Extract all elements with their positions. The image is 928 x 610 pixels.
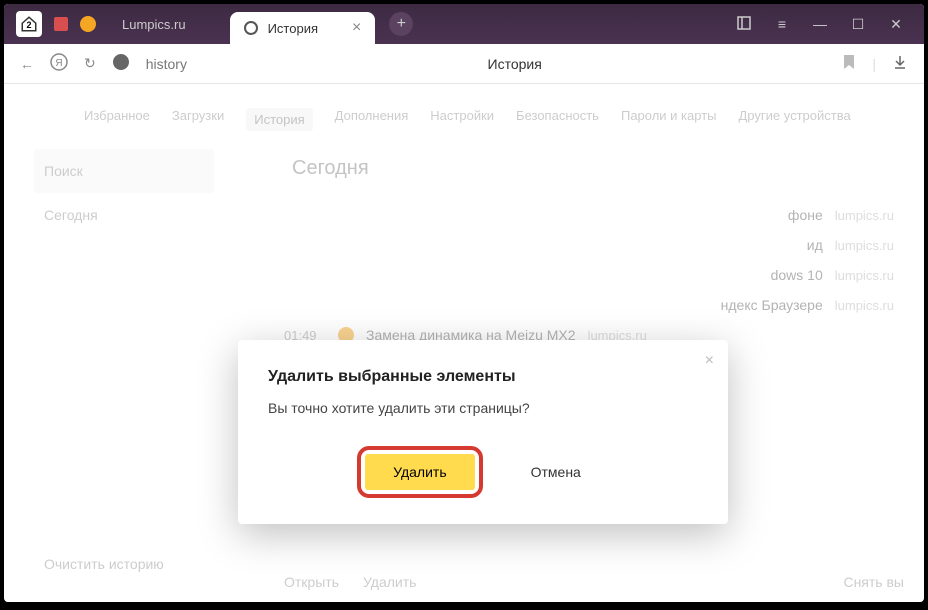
browser-window: 2 Lumpics.ru История × + ≡ — ☐ ✕ ← Я ↻ h… <box>4 4 924 602</box>
pinned-site-icon[interactable] <box>80 16 96 32</box>
open-button[interactable]: Открыть <box>284 574 339 590</box>
clock-icon <box>244 21 258 35</box>
sidebar-today[interactable]: Сегодня <box>34 193 214 237</box>
history-row[interactable]: dows 10 lumpics.ru <box>234 260 904 290</box>
modal-title: Удалить выбранные элементы <box>268 368 698 386</box>
menu-icon[interactable]: ≡ <box>772 16 792 32</box>
titlebar-left: 2 Lumpics.ru <box>4 11 200 37</box>
url-text[interactable]: history <box>146 56 187 72</box>
confirm-delete-button[interactable]: Удалить <box>365 454 474 490</box>
svg-text:Я: Я <box>55 58 62 69</box>
back-button[interactable]: ← <box>20 56 34 72</box>
row-domain: lumpics.ru <box>835 268 894 283</box>
nav-security[interactable]: Безопасность <box>516 108 599 131</box>
row-title: ндекс Браузере <box>721 297 823 313</box>
row-domain: lumpics.ru <box>835 298 894 313</box>
nav-other-devices[interactable]: Другие устройства <box>739 108 851 131</box>
history-sidebar: Поиск Сегодня <box>4 149 234 410</box>
history-row[interactable]: ид lumpics.ru <box>234 230 904 260</box>
tab-inactive-lumpics[interactable]: Lumpics.ru <box>108 17 200 32</box>
highlight-annotation: Удалить <box>357 446 482 498</box>
nav-settings[interactable]: Настройки <box>430 108 494 131</box>
tab-close-button[interactable]: × <box>352 19 361 37</box>
nav-passwords[interactable]: Пароли и карты <box>621 108 717 131</box>
tab-active-history[interactable]: История × <box>230 12 376 44</box>
deselect-button[interactable]: Снять вы <box>843 574 904 590</box>
shield-icon[interactable] <box>112 53 130 74</box>
bookmark-icon[interactable] <box>842 54 856 73</box>
history-row[interactable]: фоне lumpics.ru <box>234 200 904 230</box>
modal-buttons: Удалить Отмена <box>268 446 698 498</box>
maximize-button[interactable]: ☐ <box>848 16 868 33</box>
nav-addons[interactable]: Дополнения <box>335 108 409 131</box>
history-row[interactable]: ндекс Браузере lumpics.ru <box>234 290 904 320</box>
cancel-button[interactable]: Отмена <box>503 446 609 498</box>
download-icon[interactable] <box>892 54 908 73</box>
home-badge: 2 <box>26 20 31 30</box>
row-domain: lumpics.ru <box>835 208 894 223</box>
address-bar: ← Я ↻ history История | <box>4 44 924 84</box>
selection-footer: Открыть Удалить Снять вы <box>284 564 904 590</box>
row-title: ид <box>807 237 823 253</box>
minimize-button[interactable]: — <box>810 16 830 32</box>
content-area: Избранное Загрузки История Дополнения На… <box>4 84 924 602</box>
titlebar: 2 Lumpics.ru История × + ≡ — ☐ ✕ <box>4 4 924 44</box>
home-tab-button[interactable]: 2 <box>16 11 42 37</box>
confirm-delete-modal: × Удалить выбранные элементы Вы точно хо… <box>238 340 728 524</box>
sidebar-toggle-icon[interactable] <box>734 15 754 34</box>
clear-history-link[interactable]: Очистить историю <box>44 556 164 572</box>
reload-button[interactable]: ↻ <box>84 55 96 72</box>
new-tab-button[interactable]: + <box>389 12 413 36</box>
day-header: Сегодня <box>292 157 904 180</box>
delete-button[interactable]: Удалить <box>363 574 416 590</box>
yandex-icon[interactable]: Я <box>50 53 68 74</box>
window-controls: ≡ — ☐ ✕ <box>734 15 924 34</box>
tab-label: История <box>268 21 318 36</box>
nav-history[interactable]: История <box>246 108 312 131</box>
pin-icon[interactable] <box>54 17 68 31</box>
row-title: фоне <box>788 207 823 223</box>
settings-nav: Избранное Загрузки История Дополнения На… <box>4 84 924 149</box>
close-window-button[interactable]: ✕ <box>886 16 906 33</box>
page-title: История <box>203 56 826 72</box>
nav-favorites[interactable]: Избранное <box>84 108 150 131</box>
modal-close-button[interactable]: × <box>705 352 714 370</box>
search-input[interactable]: Поиск <box>34 149 214 193</box>
row-domain: lumpics.ru <box>835 238 894 253</box>
row-title: dows 10 <box>771 267 823 283</box>
modal-text: Вы точно хотите удалить эти страницы? <box>268 400 698 416</box>
nav-downloads[interactable]: Загрузки <box>172 108 224 131</box>
